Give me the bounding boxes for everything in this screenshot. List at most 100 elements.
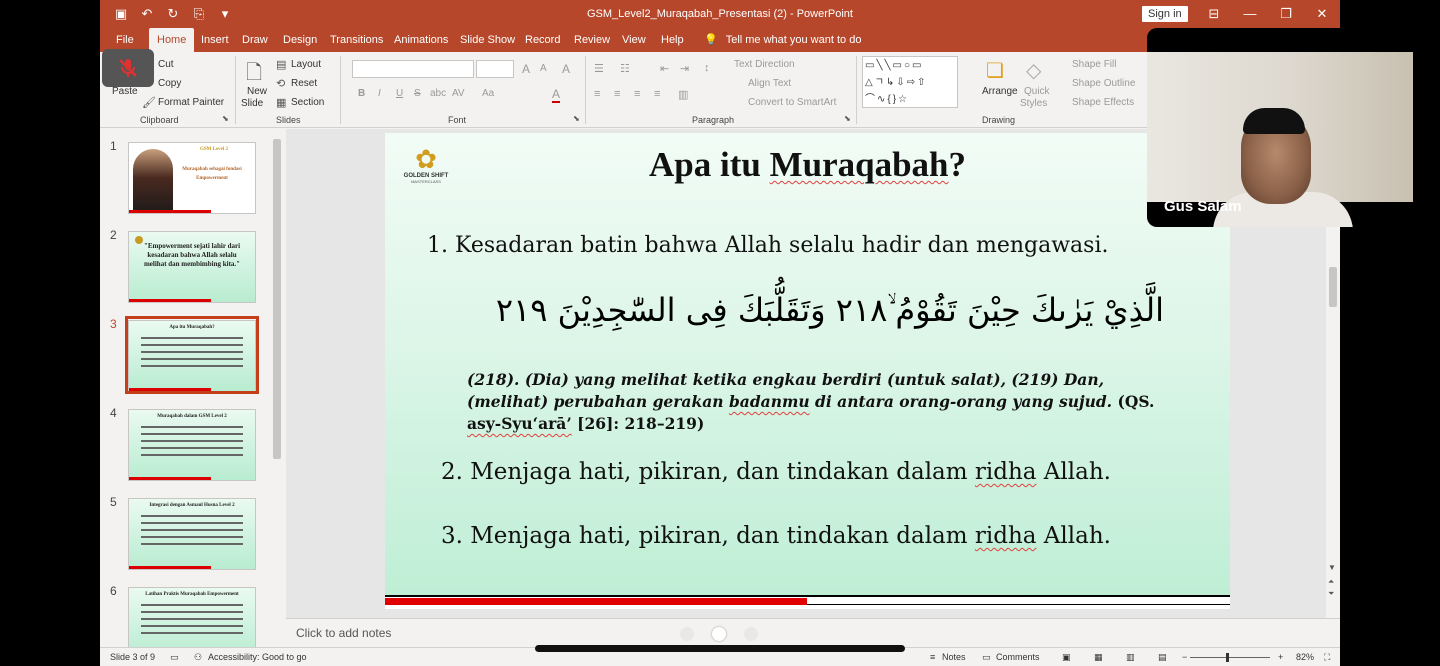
columns-icon[interactable]: ▥ (678, 88, 688, 101)
font-name-combo[interactable] (352, 60, 474, 78)
shapes-gallery[interactable]: ▭╲╲▭○▭ △ㄱ↳⇩⇨⇧ ⌒∿{}☆ (862, 56, 958, 108)
fit-slide-icon[interactable]: ⛶ (1324, 652, 1330, 663)
tab-home[interactable]: Home (149, 28, 195, 52)
reading-view-icon[interactable]: ▥ (1126, 652, 1135, 663)
convert-smartart-button[interactable]: Convert to SmartArt (748, 97, 836, 108)
tell-me-search[interactable]: 💡 Tell me what you want to do (704, 32, 861, 48)
shrink-font-button[interactable]: A (540, 63, 547, 74)
italic-button[interactable]: I (378, 88, 381, 99)
shape-outline-button[interactable]: Shape Outline (1072, 78, 1135, 89)
text-direction-button[interactable]: Text Direction (734, 59, 795, 70)
bullets-icon[interactable]: ☰ (594, 62, 604, 75)
video-call-tile[interactable]: Gus Salam (1147, 28, 1423, 227)
shadow-button[interactable]: abc (430, 88, 446, 99)
sign-in-button[interactable]: Sign in (1142, 6, 1188, 22)
format-painter-icon[interactable]: 🖌 (142, 96, 156, 109)
tab-transitions[interactable]: Transitions (330, 32, 383, 48)
layout-icon[interactable]: ▤ (276, 58, 286, 71)
arrange-icon[interactable]: ❏ (986, 58, 1004, 83)
strikethrough-button[interactable]: S (414, 88, 421, 99)
notes-button[interactable]: Notes (942, 652, 966, 662)
current-slide[interactable]: ✿ GOLDEN SHIFT MASTERCLASS Apa itu Muraq… (385, 133, 1230, 609)
underline-button[interactable]: U (396, 88, 403, 99)
clipboard-launcher-icon[interactable]: ⬊ (222, 114, 229, 123)
home-indicator[interactable] (535, 645, 905, 652)
zoom-slider[interactable] (1190, 657, 1270, 658)
slide-thumbnail-4[interactable]: Muraqabah dalam GSM Level 2 (128, 409, 256, 481)
ribbon-display-icon[interactable]: ⊟ (1196, 0, 1232, 28)
maximize-icon[interactable]: ❐ (1268, 0, 1304, 28)
tab-view[interactable]: View (622, 32, 646, 48)
shape-effects-button[interactable]: Shape Effects (1072, 97, 1134, 108)
tab-draw[interactable]: Draw (242, 32, 268, 48)
arabic-verse[interactable]: الَّذِيْ يَرٰىكَ حِيْنَ تَقُوْمُ ۙ٢١٨ وَ… (496, 291, 1164, 330)
align-right-icon[interactable]: ≡ (634, 88, 640, 100)
align-left-icon[interactable]: ≡ (594, 88, 600, 100)
point-3[interactable]: 3. Menjaga hati, pikiran, dan tindakan d… (441, 523, 1111, 549)
font-size-combo[interactable] (476, 60, 514, 78)
scrollbar-thumb[interactable] (1329, 267, 1337, 307)
previous-slide-icon[interactable]: ⏶ (1328, 577, 1334, 587)
font-launcher-icon[interactable]: ⬊ (573, 114, 580, 123)
slide-thumbnail-2[interactable]: "Empowerment sejati lahir dari kesadaran… (128, 231, 256, 303)
comments-button[interactable]: Comments (996, 652, 1040, 662)
bold-button[interactable]: B (358, 88, 365, 99)
zoom-slider-thumb[interactable] (1226, 653, 1229, 662)
copy-button[interactable]: Copy (158, 78, 181, 89)
accessibility-status[interactable]: Accessibility: Good to go (208, 652, 307, 662)
zoom-level[interactable]: 82% (1296, 652, 1314, 662)
reset-button[interactable]: Reset (291, 78, 317, 89)
verse-translation[interactable]: (218). (Dia) yang melihat ketika engkau … (467, 369, 1177, 435)
layout-button[interactable]: Layout (291, 59, 321, 70)
zoom-in-icon[interactable]: + (1278, 652, 1283, 662)
cut-button[interactable]: Cut (158, 59, 174, 70)
scroll-down-icon[interactable]: ▼ (1328, 563, 1336, 572)
section-icon[interactable]: ▦ (276, 96, 286, 109)
character-spacing-button[interactable]: AV (452, 88, 465, 99)
point-2[interactable]: 2. Menjaga hati, pikiran, dan tindakan d… (441, 459, 1111, 485)
new-slide-button[interactable]: New (247, 86, 267, 97)
notes-pane[interactable]: Click to add notes (286, 618, 1340, 647)
tab-record[interactable]: Record (525, 32, 560, 48)
zoom-out-icon[interactable]: − (1182, 652, 1187, 662)
slide-thumbnail-1[interactable]: GSM Level 2 Muraqabah sebagai fondasi Em… (128, 142, 256, 214)
slide-thumbnail-6[interactable]: Latihan Praktis Muraqabah Empowerment (128, 587, 256, 647)
next-slide-icon[interactable]: ⏷ (1328, 589, 1334, 599)
arrange-button[interactable]: Arrange (982, 86, 1018, 97)
new-slide-button-line2[interactable]: Slide (241, 98, 263, 109)
slide-title[interactable]: Apa itu Muraqabah? (385, 145, 1230, 185)
tab-animations[interactable]: Animations (394, 32, 448, 48)
slide-sorter-icon[interactable]: ▦ (1094, 652, 1103, 663)
tab-insert[interactable]: Insert (201, 32, 229, 48)
numbering-icon[interactable]: ☷ (620, 62, 630, 75)
tab-slide-show[interactable]: Slide Show (460, 32, 515, 48)
clear-formatting-button[interactable]: A (562, 62, 570, 76)
tab-file[interactable]: File (116, 32, 134, 48)
align-center-icon[interactable]: ≡ (614, 88, 620, 100)
notes-placeholder[interactable]: Click to add notes (296, 626, 391, 640)
mute-mic-button[interactable] (102, 49, 154, 87)
increase-indent-icon[interactable]: ⇥ (680, 62, 689, 75)
paste-button[interactable]: Paste (112, 86, 138, 97)
slide-thumbnail-5[interactable]: Integrasi dengan Asmaul Husna Level 2 (128, 498, 256, 570)
spelling-icon[interactable]: ▭ (170, 652, 179, 663)
minimize-icon[interactable]: — (1232, 0, 1268, 28)
slideshow-view-icon[interactable]: ▤ (1158, 652, 1167, 663)
scrollbar-thumb[interactable] (273, 139, 281, 459)
tab-review[interactable]: Review (574, 32, 610, 48)
format-painter-button[interactable]: Format Painter (158, 97, 224, 108)
justify-icon[interactable]: ≡ (654, 88, 660, 100)
font-color-button[interactable]: A (552, 87, 561, 103)
decrease-indent-icon[interactable]: ⇤ (660, 62, 669, 75)
shape-fill-button[interactable]: Shape Fill (1072, 59, 1116, 70)
align-text-button[interactable]: Align Text (748, 78, 791, 89)
tab-help[interactable]: Help (661, 32, 684, 48)
normal-view-icon[interactable]: ▣ (1062, 652, 1071, 663)
tab-design[interactable]: Design (283, 32, 317, 48)
thumbnail-scrollbar[interactable] (270, 129, 284, 647)
grow-font-button[interactable]: A (522, 62, 530, 76)
quick-styles-icon[interactable]: ◇ (1026, 58, 1041, 83)
change-case-button[interactable]: Aa (482, 88, 494, 99)
reset-icon[interactable]: ⟲ (276, 77, 285, 90)
line-spacing-icon[interactable]: ↕ (704, 62, 710, 74)
